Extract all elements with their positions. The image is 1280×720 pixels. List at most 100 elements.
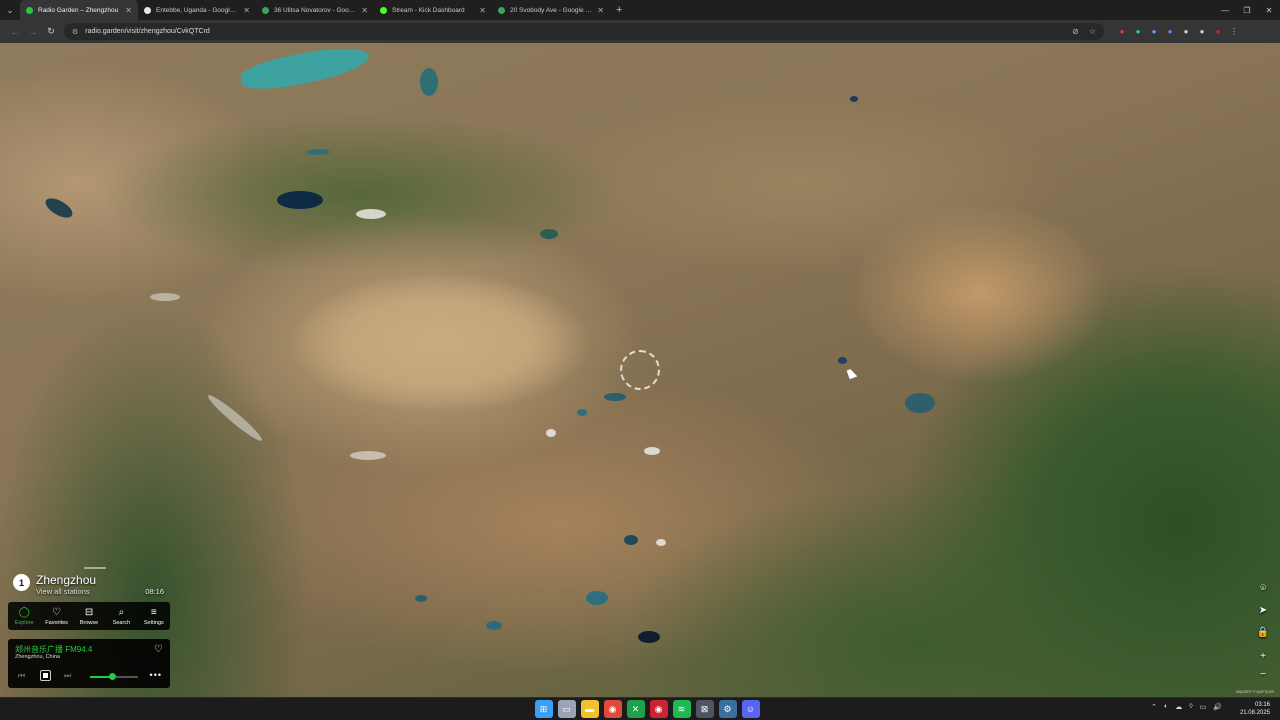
tab-favicon-icon (380, 6, 387, 14)
snow-kunlun-2 (644, 447, 660, 455)
eye-slash-icon[interactable]: ⊘ (1072, 27, 1079, 36)
more-options-icon[interactable]: ••• (150, 670, 162, 680)
nav-item-favorites[interactable]: ♡ Favorites (40, 602, 72, 630)
zoom-out-icon[interactable]: − (1255, 666, 1271, 682)
snow-kunlun-3 (546, 429, 556, 437)
minimize-icon[interactable]: — (1214, 0, 1236, 20)
volume-icon[interactable]: 🔊 (1213, 703, 1222, 711)
url-text[interactable]: radio.garden/visit/zhengzhou/CvkQTCrd (85, 28, 1062, 35)
snow-tianshan (356, 209, 386, 219)
tab-close-icon[interactable]: ✕ (125, 6, 132, 15)
browser-tab[interactable]: 36 Ulitsa Novatorov - Google M ✕ (256, 0, 374, 20)
nav-item-explore[interactable]: ◯ Explore (8, 602, 40, 630)
record-icon[interactable]: ● (1114, 24, 1130, 40)
translate-icon[interactable]: ● (1130, 24, 1146, 40)
lock-icon[interactable]: 🔒 (1255, 624, 1271, 640)
city-header[interactable]: 1 Zhengzhou View all stations 08:16 (8, 567, 170, 601)
satellite-map[interactable] (0, 43, 1280, 697)
pin-icon[interactable]: ⌾ (1255, 580, 1271, 596)
nav-item-browse[interactable]: ⊟ Browse (73, 602, 105, 630)
tab-close-icon[interactable]: ✕ (361, 6, 368, 15)
file-explorer-icon[interactable]: ▬ (580, 700, 599, 718)
tab-favicon-icon (498, 6, 505, 14)
stop-button[interactable] (40, 670, 51, 681)
city-station-count-badge: 1 (13, 574, 30, 591)
close-icon[interactable]: ✕ (1258, 0, 1280, 20)
zoom-in-icon[interactable]: + (1255, 648, 1271, 664)
tab-label: 20 Svobody Ave - Google Harita (510, 6, 593, 14)
panel-grip-handle[interactable] (84, 567, 106, 569)
back-icon[interactable]: ← (6, 27, 24, 37)
chevron-up-icon[interactable]: ⌃ (1151, 703, 1157, 711)
locate-icon[interactable]: ➤ (1255, 602, 1271, 618)
system-tray: ⌃ ◐ ☁ ◊ ▭ 🔊 (1144, 703, 1222, 711)
lake-issyk-kul (277, 191, 323, 209)
color-icon[interactable]: ◐ (1164, 703, 1168, 711)
mic-icon[interactable]: ◊ (1189, 703, 1192, 711)
tab-close-icon[interactable]: ✕ (479, 6, 486, 15)
snow-himalaya-2 (150, 293, 180, 301)
city-name[interactable]: Zhengzhou (36, 573, 96, 587)
browser-tab[interactable]: 20 Svobody Ave - Google Harita ✕ (492, 0, 610, 20)
shield-icon[interactable]: ● (1162, 24, 1178, 40)
station-location[interactable]: Zhengzhou, China (15, 654, 60, 660)
capture-icon[interactable]: ⊠ (695, 700, 714, 718)
window-icon[interactable]: ● (1178, 24, 1194, 40)
xbox-icon[interactable]: ✕ (626, 700, 645, 718)
previous-icon[interactable]: ⏮ (18, 671, 25, 681)
browser-tab[interactable]: Radio Garden – Zhengzhou ✕ (20, 0, 138, 20)
explore-icon: ◯ (18, 606, 30, 618)
map-attribution: IMAGERY © MAPTILER (1236, 690, 1275, 694)
lake-small-3 (638, 631, 660, 643)
taskbar-clock[interactable]: 03:16 21.08.2025 (1240, 701, 1270, 717)
radio-nav-bar: ◯ Explore ♡ Favorites ⊟ Browse ⌕ Search ≡ Setting… (8, 602, 170, 630)
browser-tab[interactable]: Entebbe, Uganda - Google'da A ✕ (138, 0, 256, 20)
nav-item-settings[interactable]: ≡ Settings (138, 602, 170, 630)
browser-tab[interactable]: Stream - Kick Dashboard ✕ (374, 0, 492, 20)
lake-small-2 (586, 591, 608, 605)
windows-start-icon[interactable]: ⊞ (534, 700, 553, 718)
volume-knob[interactable] (108, 673, 116, 680)
volume-slider[interactable] (90, 673, 138, 680)
nav-item-search[interactable]: ⌕ Search (105, 602, 137, 630)
chrome-icon[interactable]: ◉ (603, 700, 622, 718)
tab-close-icon[interactable]: ✕ (243, 6, 250, 15)
reload-icon[interactable]: ↻ (42, 26, 60, 37)
discord-icon[interactable]: ☺ (741, 700, 760, 718)
star-icon[interactable]: ☆ (1089, 27, 1096, 36)
lake-small-11 (306, 149, 330, 155)
tab-favicon-icon (26, 6, 33, 14)
lake-zaysan (42, 194, 76, 222)
steam-icon[interactable]: ⚙ (718, 700, 737, 718)
profile-icon[interactable]: ● (1210, 24, 1226, 40)
tab-favicon-icon (144, 6, 151, 14)
new-tab-icon[interactable]: + (616, 4, 622, 16)
settings-icon: ≡ (150, 606, 157, 618)
cloud-icon[interactable]: ☁ (1175, 703, 1182, 711)
opera-icon[interactable]: ◉ (649, 700, 668, 718)
forward-icon[interactable]: → (24, 27, 42, 37)
view-all-stations-link[interactable]: View all stations (36, 587, 90, 596)
tab-close-icon[interactable]: ✕ (597, 6, 604, 15)
network-icon[interactable]: ▭ (1200, 703, 1207, 711)
puzzle-icon[interactable]: ● (1194, 24, 1210, 40)
map-target-ring (620, 350, 660, 390)
favorite-heart-icon[interactable]: ♡ (154, 644, 163, 655)
spotify-icon[interactable]: ≋ (672, 700, 691, 718)
menu-icon[interactable]: ⋮ (1226, 24, 1242, 40)
tab-search-icon[interactable]: ⌄ (0, 0, 20, 20)
browser-tab-bar: ⌄ Radio Garden – Zhengzhou ✕ Entebbe, Ugan… (0, 0, 1280, 20)
task-view-icon[interactable]: ▭ (557, 700, 576, 718)
url-input[interactable]: ⚙ radio.garden/visit/zhengzhou/CvkQTCrd … (64, 23, 1104, 40)
extensions-area: ● ● ● ● ● ● ● ⋮ (1114, 24, 1242, 40)
lake-small-8 (486, 621, 502, 630)
nav-label: Favorites (45, 619, 68, 626)
next-icon[interactable]: ⏭ (64, 671, 71, 681)
map-icon: ⊟ (84, 606, 94, 618)
lake-small-4 (604, 393, 626, 401)
lake-small-10 (850, 96, 858, 102)
restore-icon[interactable]: ❐ (1236, 0, 1258, 20)
audio-icon[interactable]: ● (1146, 24, 1162, 40)
nav-label: Search (112, 619, 131, 626)
site-info-icon[interactable]: ⚙ (72, 28, 78, 36)
